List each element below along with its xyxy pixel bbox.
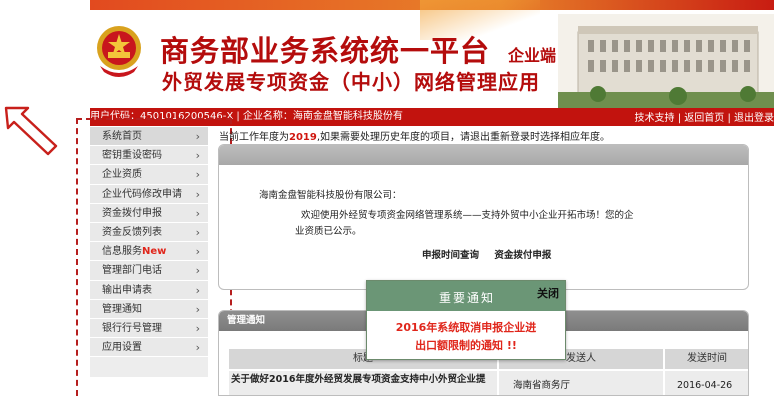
quick-links: 申报时间查询 资金拨付申报 [422,247,563,261]
top-links[interactable]: 技术支持 | 返回首页 | 退出登录 [635,110,774,126]
popup-line-1[interactable]: 2016年系统取消申报企业进 [367,319,565,337]
highlight-dashed-box [76,118,232,396]
popup-title: 重要通知 [439,291,496,305]
building-illustration-icon [558,14,774,108]
popup-close-button[interactable]: 关闭 [537,285,559,301]
table-row[interactable]: 关于做好2016年度外经贸发展专项资金支持中小外贸企业提 海南省商务厅 2016… [229,371,748,395]
welcome-line-1: 欢迎使用外经贸专项资金网络管理系统——支持外贸中小企业开拓市场！您的企 [301,210,634,221]
welcome-panel: 海南金盘智能科技股份有限公司： 欢迎使用外经贸专项资金网络管理系统——支持外贸中… [218,144,749,290]
important-notice-popup: 重要通知 关闭 2016年系统取消申报企业进 出口额限制的通知 !! [366,280,566,360]
row-time: 2016-04-26 [665,371,748,395]
link-fund-application[interactable]: 资金拨付申报 [494,250,551,261]
header-banner: 商务部业务系统统一平台 企业端 外贸发展专项资金（中小）网络管理应用 [90,0,774,108]
row-sender: 海南省商务厅 [499,371,663,395]
work-year-notice: 当前工作年度为2019,如果需要处理历史年度的项目，请退出重新登录时选择相应年度… [219,128,610,143]
welcome-message: 欢迎使用外经贸专项资金网络管理系统——支持外贸中小企业开拓市场！您的企 业资质已… [295,208,701,240]
popup-line-2[interactable]: 出口额限制的通知 !! [367,337,565,355]
notice-prefix: 当前工作年度为 [219,132,289,143]
popup-header: 重要通知 关闭 [367,281,565,311]
link-schedule-query[interactable]: 申报时间查询 [422,250,479,261]
welcome-panel-header [219,145,748,165]
page-title: 商务部业务系统统一平台 [160,34,491,68]
page-subtitle: 外贸发展专项资金（中小）网络管理应用 [162,70,540,94]
company-name: 海南金盘智能科技股份有限公司： [259,190,402,201]
portal-tag: 企业端 [508,46,557,65]
pointer-arrow-icon [4,106,58,156]
popup-body[interactable]: 2016年系统取消申报企业进 出口额限制的通知 !! [367,311,565,355]
column-header-time: 发送时间 [665,349,748,369]
notice-suffix: ,如果需要处理历史年度的项目，请退出重新登录时选择相应年度。 [316,132,611,143]
work-year: 2019 [289,132,317,143]
national-emblem-icon [97,26,141,77]
row-title[interactable]: 关于做好2016年度外经贸发展专项资金支持中小外贸企业提 [229,371,497,395]
welcome-line-2: 业资质已公示。 [295,226,362,237]
